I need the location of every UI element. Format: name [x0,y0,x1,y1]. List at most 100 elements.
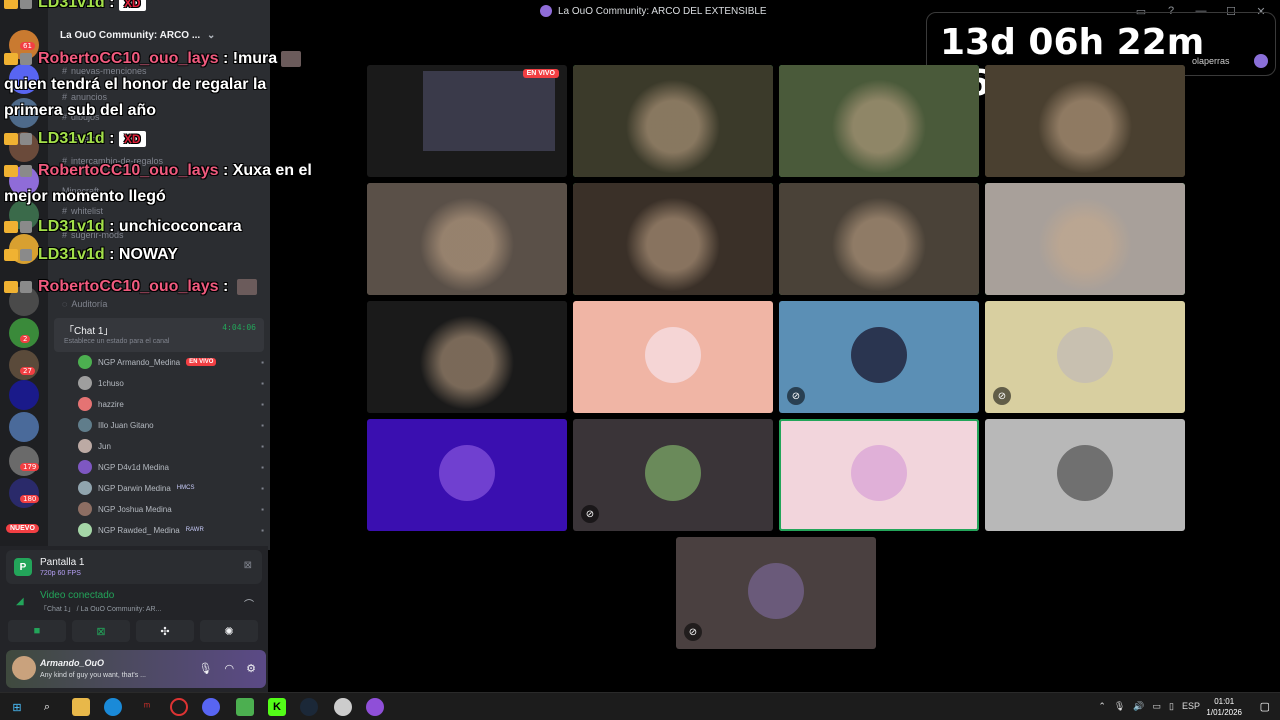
avatar-tile[interactable] [367,419,567,531]
avatar-tile[interactable]: ⊘ [573,419,773,531]
screen-share-title: Pantalla 1 [40,557,85,568]
voice-user[interactable]: Jun ▪ [78,436,264,456]
avatar [1254,54,1268,68]
volume-icon[interactable]: 🔊 [1133,701,1144,712]
avatar-tile[interactable] [779,419,979,531]
app-icon[interactable]: ᵐ [138,698,156,716]
screen-share-tile[interactable]: EN VIVO [367,65,567,177]
obs-icon[interactable] [170,698,188,716]
server-icon[interactable] [9,350,39,380]
camera-tile[interactable] [367,183,567,295]
chat-emote: XD [118,130,146,147]
language-indicator[interactable]: ESP [1182,701,1200,712]
user-panel: P Pantalla 1 720p 60 FPS ⊠ ◢ Video conec… [0,546,268,692]
chat-message: RobertoCC10_ouo_lays : [4,278,257,296]
camera-tile[interactable] [573,183,773,295]
avatar-tile[interactable]: ⊘ [676,537,876,649]
app-icon[interactable] [334,698,352,716]
chat-username: LD31v1d [38,130,105,147]
voice-action-row: ■ ⊠ ✣ ✺ [8,620,258,642]
file-explorer-icon[interactable] [72,698,90,716]
chat-emote [236,278,257,295]
avatar-tile[interactable]: ⊘ [779,301,979,413]
microphone-icon[interactable]: 🎙 [199,662,213,675]
avatar [851,327,907,383]
chat-separator: : [218,162,233,179]
camera-tile[interactable] [985,65,1185,177]
camera-button[interactable]: ■ [8,620,66,642]
chat-message: LD31v1d : NOWAY [4,246,178,264]
server-icon[interactable] [9,380,39,410]
channel-label: Auditoría [71,299,108,309]
discord-icon[interactable] [202,698,220,716]
voice-user-name: NGP Rawded_ Medina [98,525,180,535]
voice-channel-active[interactable]: 「Chat 1」 4:04:06 Establece un estado par… [54,318,264,352]
camera-tile[interactable] [985,183,1185,295]
camera-icon: ▪ [261,420,264,430]
avatar [78,502,92,516]
voice-user[interactable]: NGP Armando_Medina EN VIVO ▪ [78,352,264,372]
camera-tile[interactable] [573,65,773,177]
windows-start-icon[interactable]: ⊞ [8,698,26,716]
system-tray: ⌃ 🎙 🔊 ▭ ▯ ESP [1098,701,1200,712]
camera-tile[interactable] [367,301,567,413]
screen-share-button[interactable]: ⊠ [72,620,130,642]
headphones-icon[interactable]: ◠ [225,662,235,675]
muted-icon: ⊘ [993,387,1011,405]
voice-user[interactable]: NGP Darwin Medina HMCS ▪ [78,478,264,498]
power-icon[interactable]: ▯ [1169,701,1174,712]
badge-icon [20,132,32,145]
camera-tile[interactable] [779,183,979,295]
voice-user[interactable]: NGP D4v1d Medina ▪ [78,457,264,477]
user-controls: 🎙 ◠ ⚙ [199,662,256,675]
avatar [78,397,92,411]
clock[interactable]: 01:01 1/01/2026 [1206,696,1242,718]
avatar-tile[interactable] [573,301,773,413]
voice-user[interactable]: Illo Juan Gitano ▪ [78,415,264,435]
screen-share-card[interactable]: P Pantalla 1 720p 60 FPS ⊠ [6,550,262,584]
voice-user[interactable]: hazzire ▪ [78,394,264,414]
minecraft-icon[interactable] [236,698,254,716]
chat-username: LD31v1d [38,218,105,235]
server-icon[interactable] [9,478,39,508]
server-icon[interactable] [9,318,39,348]
server-icon[interactable] [9,412,39,442]
kick-icon[interactable]: K [268,698,286,716]
channel-item[interactable]: ◌ Auditoría [62,299,107,309]
server-tag: HMCS [176,485,195,491]
edge-icon[interactable] [104,698,122,716]
voice-user[interactable]: NGP Rawded_ Medina RAWR ▪ [78,520,264,540]
chat-username: RobertoCC10_ouo_lays [38,50,219,67]
camera-icon: ▪ [261,441,264,451]
badge-icon [20,164,32,177]
chat-text: !mura [232,50,278,67]
voice-user[interactable]: NGP Joshua Medina ▪ [78,499,264,519]
network-icon[interactable]: ▭ [1153,701,1162,712]
avatar-tile[interactable] [985,419,1185,531]
server-icon[interactable] [9,446,39,476]
avatar-tile[interactable]: ⊘ [985,301,1185,413]
chevron-up-icon[interactable]: ⌃ [1098,701,1106,712]
muted-icon: ⊘ [581,505,599,523]
avatar [645,327,701,383]
window-title-text: La OuO Community: ARCO DEL EXTENSIBLE [558,5,767,17]
avatar[interactable] [12,656,36,680]
voice-user-name: hazzire [98,399,124,409]
voice-user-name: NGP D4v1d Medina [98,462,169,472]
steam-icon[interactable] [300,698,318,716]
voice-user[interactable]: 1chuso ▪ [78,373,264,393]
avatar [78,439,92,453]
microphone-icon[interactable]: 🎙 [1114,701,1125,712]
app-icon[interactable] [366,698,384,716]
notification-icon[interactable]: ▢ [1260,700,1270,713]
camera-feed [573,65,773,177]
camera-tile[interactable] [779,65,979,177]
soundboard-button[interactable]: ✺ [200,620,258,642]
gear-icon[interactable]: ⚙ [246,662,256,675]
disconnect-icon[interactable]: ⌒ [244,596,254,611]
activities-button[interactable]: ✣ [136,620,194,642]
voice-channel-status[interactable]: Establece un estado para el canal [64,338,169,345]
window-title: La OuO Community: ARCO DEL EXTENSIBLE [540,5,767,17]
search-icon[interactable]: ⌕ [38,698,56,716]
stop-share-icon[interactable]: ⊠ [244,560,252,571]
